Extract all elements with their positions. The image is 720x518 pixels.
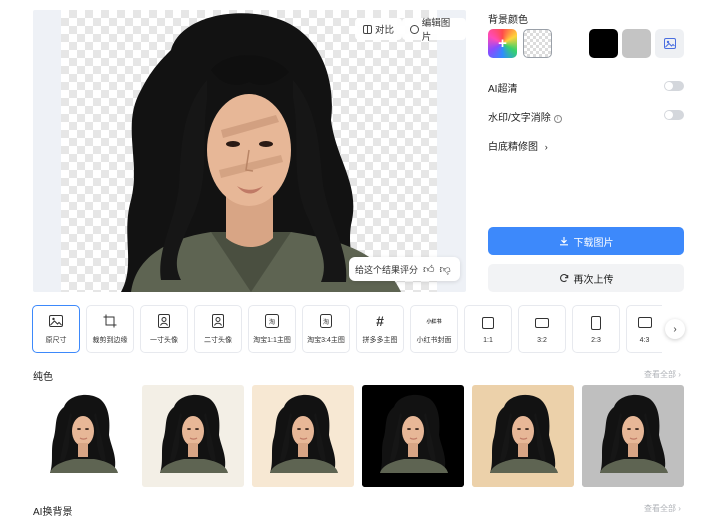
edit-image-button[interactable]: 编辑图片 xyxy=(402,18,466,43)
xiaohongshu-icon: 小红书 xyxy=(426,313,442,329)
tool-label: 淘宝1:1主图 xyxy=(253,337,291,344)
solid-background-card[interactable] xyxy=(252,385,354,487)
solid-background-card[interactable] xyxy=(582,385,684,487)
tool-one-inch[interactable]: 一寸头像 xyxy=(140,305,188,353)
refresh-icon xyxy=(559,274,568,283)
chevron-right-icon: › xyxy=(544,142,548,152)
plus-icon: + xyxy=(498,35,507,52)
upload-background-swatch[interactable] xyxy=(655,29,684,58)
portrait-icon xyxy=(588,315,604,331)
tool-label: 淘宝3:4主图 xyxy=(307,337,345,344)
crop-icon xyxy=(102,313,118,329)
tool-label: 3:2 xyxy=(537,336,547,344)
portrait-thumbnail xyxy=(252,394,354,487)
portrait-thumbnail xyxy=(32,394,134,487)
id-photo-icon xyxy=(210,313,226,329)
download-button[interactable]: 下载图片 xyxy=(488,227,684,255)
edit-label: 编辑图片 xyxy=(421,18,451,43)
tool-two-inch[interactable]: 二寸头像 xyxy=(194,305,242,353)
tool-xiaohongshu[interactable]: 小红书 小红书封面 xyxy=(410,305,458,353)
svg-text:淘: 淘 xyxy=(269,318,275,326)
landscape-icon xyxy=(637,315,653,331)
solid-see-all-link[interactable]: 查看全部 › xyxy=(644,369,681,380)
tool-ratio-2-3[interactable]: 2:3 xyxy=(572,305,620,353)
white-bg-retouch-link[interactable]: 白底精修图 › xyxy=(488,138,548,153)
square-icon xyxy=(480,315,496,331)
tool-label: 2:3 xyxy=(591,336,601,344)
watermark-row: 水印/文字消除 i xyxy=(488,109,562,124)
tool-label: 小红书封面 xyxy=(416,337,452,344)
taobao-icon: 淘 xyxy=(264,313,280,329)
thumbs-up-icon[interactable]: 👍︎ xyxy=(423,263,435,276)
pinduoduo-icon: # xyxy=(376,313,384,329)
download-label: 下载图片 xyxy=(573,237,614,249)
image-preview[interactable]: 对比 编辑图片 给这个结果评分 👍︎ 👎︎ xyxy=(33,10,466,292)
image-icon xyxy=(48,313,64,329)
watermark-toggle[interactable] xyxy=(664,110,684,120)
download-icon xyxy=(559,237,568,246)
tool-ratio-1-1[interactable]: 1:1 xyxy=(464,305,512,353)
gray-swatch[interactable] xyxy=(622,29,651,58)
scroll-right-button[interactable]: › xyxy=(665,319,685,339)
tool-pinduoduo[interactable]: # 拼多多主图 xyxy=(356,305,404,353)
white-bg-retouch-label: 白底精修图 xyxy=(488,142,538,153)
transparent-swatch[interactable] xyxy=(523,29,552,58)
ai-bg-section-title: AI换背景 xyxy=(33,507,73,518)
edit-icon xyxy=(410,24,419,34)
color-picker-swatch[interactable]: + xyxy=(488,29,517,58)
portrait-thumbnail xyxy=(142,394,244,487)
reupload-label: 再次上传 xyxy=(573,274,614,286)
tool-label: 原尺寸 xyxy=(45,337,67,344)
tool-label: 一寸头像 xyxy=(150,337,178,344)
bg-color-title: 背景颜色 xyxy=(488,15,528,26)
portrait-image xyxy=(121,13,401,292)
image-icon xyxy=(663,38,676,49)
tool-crop-to-edge[interactable]: 裁剪到边缘 xyxy=(86,305,134,353)
tool-label: 二寸头像 xyxy=(204,337,232,344)
tool-ratio-4-3[interactable]: 4:3 xyxy=(626,305,662,353)
ai-hd-toggle[interactable] xyxy=(664,81,684,91)
landscape-icon xyxy=(534,315,550,331)
tool-label: 拼多多主图 xyxy=(362,337,398,344)
solid-background-card[interactable] xyxy=(32,385,134,487)
reupload-button[interactable]: 再次上传 xyxy=(488,264,684,292)
tool-label: 4:3 xyxy=(639,336,650,344)
compare-button[interactable]: 对比 xyxy=(355,18,403,40)
tool-taobao-3-4[interactable]: 淘 淘宝3:4主图 xyxy=(302,305,350,353)
thumbs-down-icon[interactable]: 👎︎ xyxy=(440,263,451,276)
info-icon[interactable]: i xyxy=(553,115,562,123)
tool-original-size[interactable]: 原尺寸 xyxy=(32,305,80,353)
tool-label: 裁剪到边缘 xyxy=(92,337,128,344)
solid-section-title: 纯色 xyxy=(33,372,53,383)
white-swatch[interactable] xyxy=(556,29,585,58)
chevron-right-icon: › xyxy=(673,323,677,335)
compare-icon xyxy=(363,24,372,34)
xiaohongshu-glyph: 小红书 xyxy=(426,318,442,325)
see-all-label: 查看全部 xyxy=(644,370,676,379)
tool-label: 1:1 xyxy=(483,336,493,344)
rating-prompt: 给这个结果评分 xyxy=(355,264,419,275)
ai-bg-see-all-link[interactable]: 查看全部 › xyxy=(644,503,681,514)
compare-label: 对比 xyxy=(375,25,395,36)
portrait-thumbnail xyxy=(472,394,574,487)
rating-box: 给这个结果评分 👍︎ 👎︎ xyxy=(349,257,460,281)
id-photo-icon xyxy=(156,313,172,329)
taobao-icon: 淘 xyxy=(318,313,334,329)
solid-background-card[interactable] xyxy=(472,385,574,487)
tool-ratio-3-2[interactable]: 3:2 xyxy=(518,305,566,353)
ai-hd-label: AI超清 xyxy=(488,84,518,95)
watermark-label: 水印/文字消除 xyxy=(488,113,551,124)
portrait-thumbnail xyxy=(582,394,684,487)
svg-text:淘: 淘 xyxy=(323,318,329,326)
portrait-thumbnail xyxy=(362,394,464,487)
see-all-label: 查看全部 xyxy=(644,504,676,513)
solid-background-card[interactable] xyxy=(142,385,244,487)
black-swatch[interactable] xyxy=(589,29,618,58)
solid-background-card[interactable] xyxy=(362,385,464,487)
tool-taobao-1-1[interactable]: 淘 淘宝1:1主图 xyxy=(248,305,296,353)
